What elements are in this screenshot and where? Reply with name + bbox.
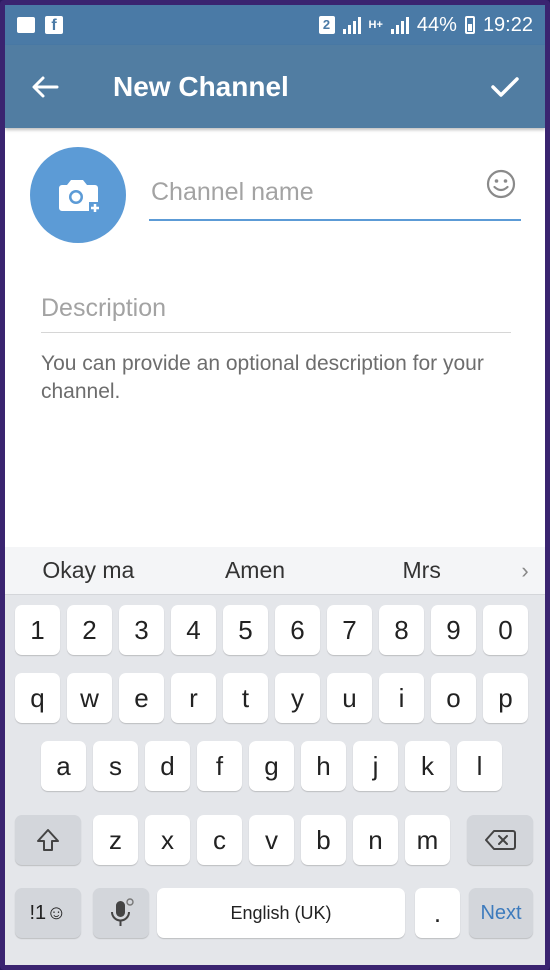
key[interactable]: 4 xyxy=(171,605,216,655)
key[interactable]: c xyxy=(197,815,242,865)
network-type: H+ xyxy=(368,19,383,31)
phone-screen: f 2 H+ 44% 19:22 New Channel Channel nam… xyxy=(0,0,550,970)
period-key[interactable]: . xyxy=(415,888,460,938)
key[interactable]: 9 xyxy=(431,605,476,655)
letter-row-1: q w e r t y u i o p xyxy=(5,673,545,725)
suggestion-item[interactable]: Amen xyxy=(172,557,339,584)
suggestion-item[interactable]: Okay ma xyxy=(5,557,172,584)
bottom-row: !1☺ English (UK) . Next xyxy=(5,888,545,940)
back-arrow-icon xyxy=(32,76,59,97)
page-title: New Channel xyxy=(113,70,289,102)
key[interactable]: u xyxy=(327,673,372,723)
key[interactable]: h xyxy=(301,741,346,791)
key[interactable]: 7 xyxy=(327,605,372,655)
space-key[interactable]: English (UK) xyxy=(157,888,405,938)
key[interactable]: i xyxy=(379,673,424,723)
key[interactable]: p xyxy=(483,673,528,723)
symbols-key[interactable]: !1☺ xyxy=(15,888,81,938)
key[interactable]: f xyxy=(197,741,242,791)
key[interactable]: 8 xyxy=(379,605,424,655)
key[interactable]: b xyxy=(301,815,346,865)
checkmark-icon xyxy=(491,76,519,97)
number-row: 1 2 3 4 5 6 7 8 9 0 xyxy=(5,605,545,657)
shift-key[interactable] xyxy=(15,815,81,865)
channel-name-input[interactable] xyxy=(149,165,521,221)
next-key[interactable]: Next xyxy=(469,888,533,938)
gallery-notification-icon xyxy=(17,17,35,33)
sim-badge: 2 xyxy=(318,16,335,34)
key[interactable]: 5 xyxy=(223,605,268,655)
key[interactable]: o xyxy=(431,673,476,723)
key[interactable]: 2 xyxy=(67,605,112,655)
key[interactable]: t xyxy=(223,673,268,723)
facebook-notification-icon: f xyxy=(45,16,63,34)
key[interactable]: v xyxy=(249,815,294,865)
key[interactable]: q xyxy=(15,673,60,723)
camera-add-icon xyxy=(59,180,101,214)
app-bar: New Channel xyxy=(5,45,545,128)
key[interactable]: 6 xyxy=(275,605,320,655)
key[interactable]: d xyxy=(145,741,190,791)
suggestion-bar: Okay ma Amen Mrs › xyxy=(5,547,545,595)
battery-icon xyxy=(464,16,475,34)
done-button[interactable] xyxy=(465,45,545,128)
key[interactable]: 0 xyxy=(483,605,528,655)
status-bar: f 2 H+ 44% 19:22 xyxy=(5,5,545,45)
description-input[interactable] xyxy=(41,285,511,333)
back-button[interactable] xyxy=(5,45,85,128)
key[interactable]: m xyxy=(405,815,450,865)
signal-icon-2 xyxy=(390,16,409,34)
signal-icon xyxy=(342,16,361,34)
key[interactable]: w xyxy=(67,673,112,723)
key[interactable]: a xyxy=(41,741,86,791)
key[interactable]: r xyxy=(171,673,216,723)
set-channel-photo-button[interactable] xyxy=(30,147,126,243)
key[interactable]: y xyxy=(275,673,320,723)
key[interactable]: 1 xyxy=(15,605,60,655)
key[interactable]: e xyxy=(119,673,164,723)
key[interactable]: s xyxy=(93,741,138,791)
shift-icon xyxy=(37,829,59,851)
suggestion-item[interactable]: Mrs xyxy=(338,557,505,584)
key[interactable]: g xyxy=(249,741,294,791)
chevron-right-icon[interactable]: › xyxy=(505,558,545,584)
microphone-icon xyxy=(111,898,134,926)
letter-row-3: z x c v b n m xyxy=(5,815,545,867)
keyboard: Okay ma Amen Mrs › 1 2 3 4 5 6 7 8 9 0 q… xyxy=(5,547,545,965)
voice-input-key[interactable] xyxy=(93,888,149,938)
emoji-icon[interactable] xyxy=(485,168,517,200)
key[interactable]: j xyxy=(353,741,398,791)
letter-row-2: a s d f g h j k l xyxy=(5,741,545,793)
key[interactable]: 3 xyxy=(119,605,164,655)
backspace-key[interactable] xyxy=(467,815,533,865)
key[interactable]: k xyxy=(405,741,450,791)
key[interactable]: x xyxy=(145,815,190,865)
key[interactable]: n xyxy=(353,815,398,865)
clock: 19:22 xyxy=(482,13,533,36)
backspace-icon xyxy=(485,830,516,850)
battery-percent: 44% xyxy=(416,13,457,36)
key[interactable]: l xyxy=(457,741,502,791)
description-hint: You can provide an optional description … xyxy=(41,352,484,403)
key[interactable]: z xyxy=(93,815,138,865)
